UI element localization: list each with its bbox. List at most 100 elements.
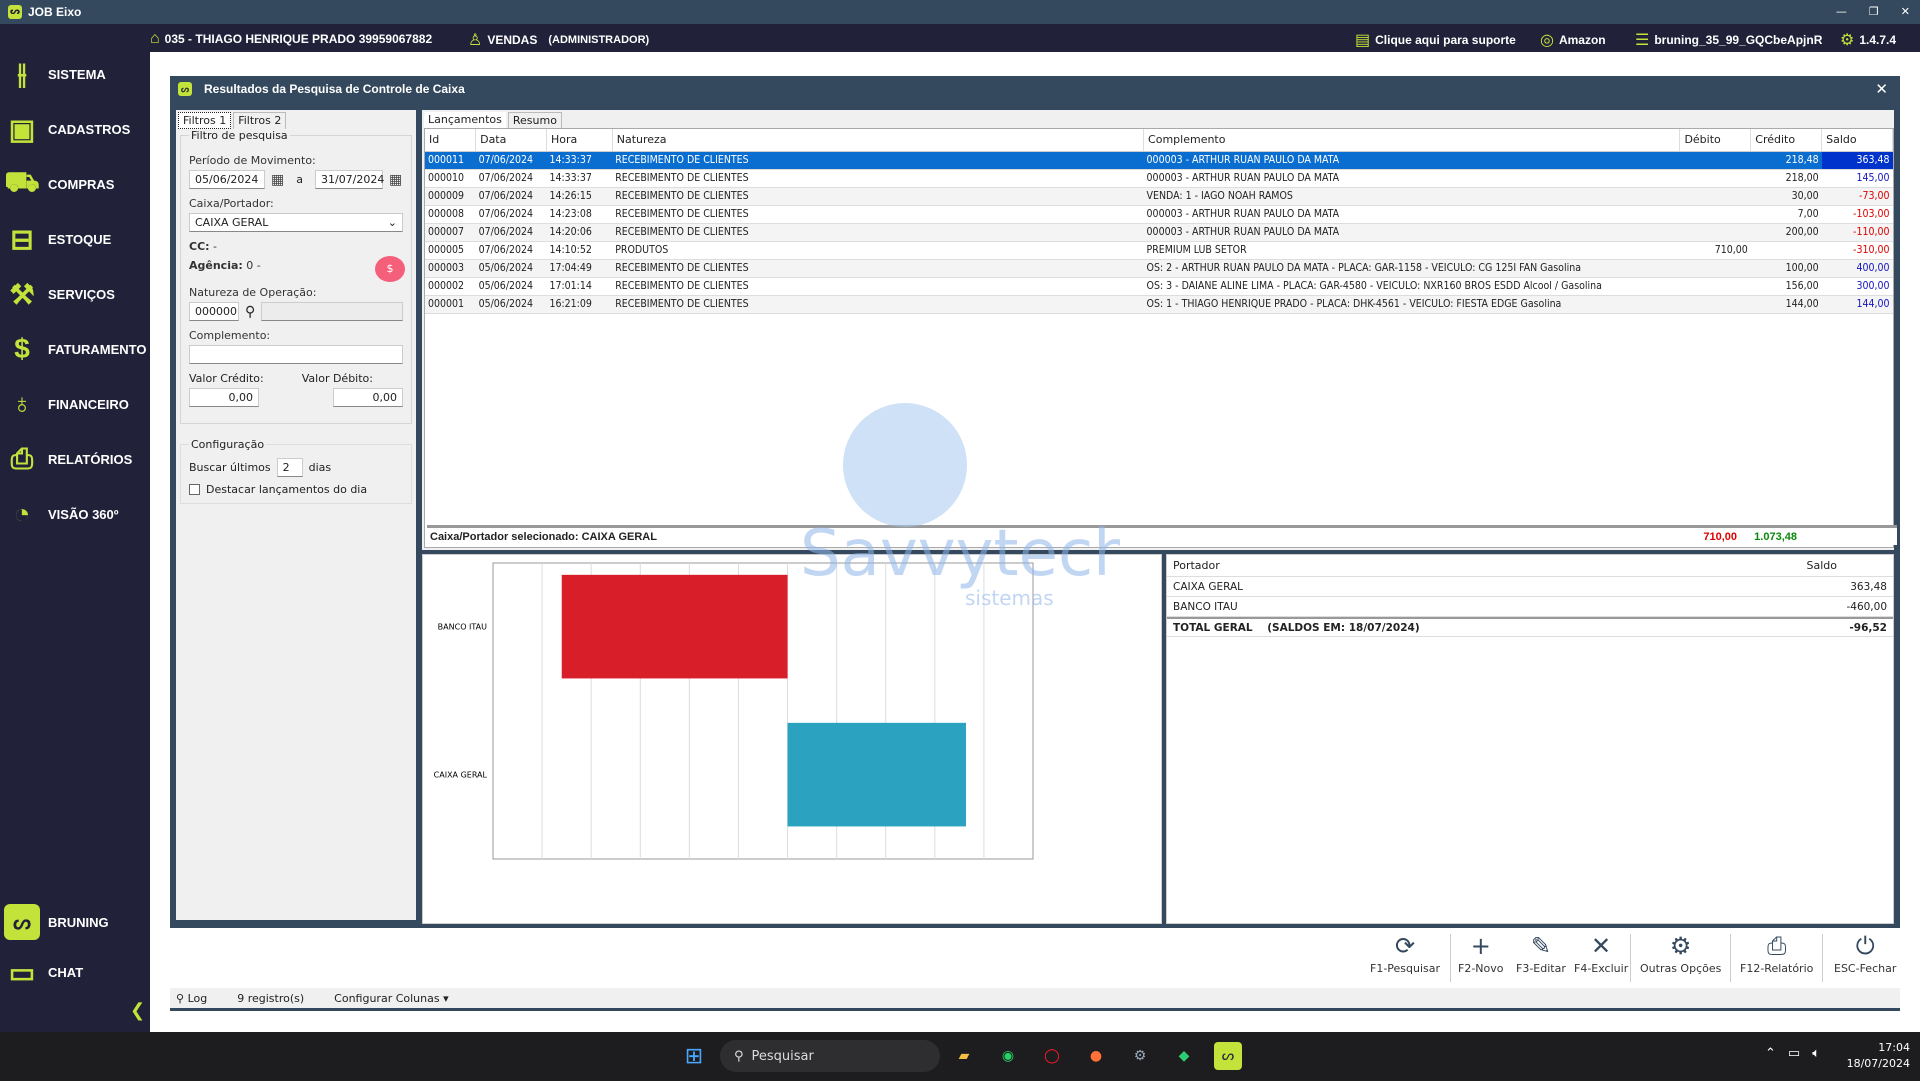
table-row[interactable]: 000007 07/06/2024 14:20:06 RECEBIMENTO DE C…	[425, 223, 1893, 242]
col-hora[interactable]: Hora	[546, 129, 613, 152]
close-dialog-button[interactable]: ✕	[1875, 80, 1888, 98]
search-filter-legend: Filtro de pesquisa	[191, 129, 288, 142]
tab-resumo[interactable]: Resumo	[507, 112, 562, 128]
excluir-button[interactable]: ✕ F4-Excluir	[1574, 932, 1628, 975]
company-info[interactable]: ⌂ 035 - THIAGO HENRIQUE PRADO 3995906788…	[150, 30, 432, 48]
config-legend: Configuração	[191, 438, 265, 451]
tab-filtros-2[interactable]: Filtros 2	[233, 112, 287, 129]
period-label: Período de Movimento:	[189, 154, 316, 167]
col-saldo[interactable]: Saldo	[1821, 129, 1893, 152]
piggy-bank-icon: $	[375, 256, 405, 282]
editar-button[interactable]: ✎ F3-Editar	[1516, 932, 1566, 975]
firefox-icon[interactable]: ●	[1082, 1042, 1110, 1070]
opera-icon[interactable]: ◯	[1038, 1042, 1066, 1070]
top-info-bar: ⌂ 035 - THIAGO HENRIQUE PRADO 3995906788…	[0, 24, 1920, 52]
sidebar-item-chat[interactable]: ▭ CHAT	[4, 954, 83, 990]
cell-saldo: 363,48	[1821, 151, 1893, 170]
debito-label: Valor Débito:	[301, 372, 373, 385]
cell-id: 000010	[425, 169, 476, 188]
portador-row[interactable]: CAIXA GERAL 363,48	[1167, 577, 1893, 597]
action-toolbar: ⟳ F1-Pesquisar + F2-Novo ✎ F3-Editar ✕ F4-Ex…	[170, 928, 1900, 988]
toolbar-divider	[1822, 934, 1823, 982]
sidebar-item-financeiro[interactable]: ♁ FINANCEIRO	[4, 386, 129, 422]
maximize-button[interactable]: ❐	[1869, 0, 1879, 24]
sidebar-item-bruning[interactable]: ᔕ BRUNING	[4, 904, 109, 940]
table-row[interactable]: 000008 07/06/2024 14:23:08 RECEBIMENTO DE C…	[425, 205, 1893, 224]
close-window-button[interactable]: ✕	[1901, 0, 1910, 24]
settings-app-icon[interactable]: ⚙	[1126, 1042, 1154, 1070]
col-credito[interactable]: Crédito	[1750, 129, 1823, 152]
log-button[interactable]: ⚲ Log	[176, 992, 207, 1005]
sidebar-item-faturamento[interactable]: $ FATURAMENTO	[4, 331, 146, 367]
taskbar-search[interactable]: ⚲ Pesquisar	[720, 1040, 940, 1072]
sidebar-item-relatorios[interactable]: ⎙ RELATÓRIOS	[4, 441, 132, 477]
job-eixo-taskbar-icon[interactable]: ᔕ	[1214, 1042, 1242, 1070]
whatsapp-icon[interactable]: ◉	[994, 1042, 1022, 1070]
table-row[interactable]: 000002 05/06/2024 17:01:14 RECEBIMENTO DE C…	[425, 277, 1893, 296]
col-complemento[interactable]: Complemento	[1143, 129, 1681, 152]
cell-saldo: 145,00	[1821, 169, 1893, 188]
credito-input[interactable]: 0,00	[189, 388, 259, 407]
sidebar-item-sistema[interactable]: ⫲ SISTEMA	[4, 56, 105, 92]
outras-opcoes-button[interactable]: ⚙ Outras Opções	[1640, 932, 1721, 975]
table-row[interactable]: 000001 05/06/2024 16:21:09 RECEBIMENTO DE C…	[425, 295, 1893, 314]
cell-saldo: 300,00	[1821, 277, 1893, 296]
date-to-input[interactable]: 31/07/2024	[314, 170, 384, 189]
cell-natureza: RECEBIMENTO DE CLIENTES	[612, 223, 1144, 242]
cell-data: 07/06/2024	[475, 187, 547, 206]
app-icon[interactable]: ◆	[1170, 1042, 1198, 1070]
network-icon[interactable]: ▭	[1788, 1046, 1800, 1061]
bar-banco-itau[interactable]	[561, 574, 788, 679]
complemento-input[interactable]	[189, 345, 403, 364]
pesquisar-button[interactable]: ⟳ F1-Pesquisar	[1370, 932, 1440, 975]
col-debito[interactable]: Débito	[1679, 129, 1752, 152]
table-row[interactable]: 000011 07/06/2024 14:33:37 RECEBIMENTO DE C…	[425, 151, 1893, 170]
col-natureza[interactable]: Natureza	[612, 129, 1145, 152]
destacar-checkbox[interactable]	[189, 484, 200, 495]
cell-debito	[1679, 205, 1751, 224]
sidebar-item-visao-360[interactable]: ◔ VISÃO 360º	[4, 496, 119, 532]
debito-input[interactable]: 0,00	[333, 388, 403, 407]
user-info[interactable]: ♙ VENDAS (ADMINISTRADOR)	[468, 30, 649, 50]
novo-button[interactable]: + F2-Novo	[1458, 932, 1504, 975]
tab-filtros-1[interactable]: Filtros 1	[178, 112, 232, 129]
chevron-up-icon[interactable]: ⌃	[1765, 1046, 1776, 1061]
location-info[interactable]: ◎ Amazon	[1540, 30, 1606, 50]
search-icon[interactable]: ⚲	[245, 304, 255, 320]
col-data[interactable]: Data	[475, 129, 547, 152]
table-row[interactable]: 000009 07/06/2024 14:26:15 RECEBIMENTO DE C…	[425, 187, 1893, 206]
portador-row[interactable]: BANCO ITAU -460,00	[1167, 597, 1893, 617]
cell-credito: 30,00	[1750, 187, 1822, 206]
power-icon: ⏻	[1855, 932, 1875, 960]
volume-icon[interactable]: 🔈︎	[1812, 1046, 1820, 1061]
col-id[interactable]: Id	[425, 129, 477, 152]
calendar-icon[interactable]: ▦	[271, 172, 284, 188]
table-row[interactable]: 000010 07/06/2024 14:33:37 RECEBIMENTO DE C…	[425, 169, 1893, 188]
database-info: ☰ bruning_35_99_GQCbeApjnR	[1635, 32, 1823, 49]
buscar-dias-stepper[interactable]: 2	[276, 458, 303, 477]
collapse-sidebar-icon[interactable]: ❮	[130, 1000, 145, 1021]
caixa-select[interactable]: CAIXA GERAL ⌄	[189, 213, 403, 232]
category-label: CAIXA GERAL	[434, 771, 488, 780]
table-row[interactable]: 000003 05/06/2024 17:04:49 RECEBIMENTO DE C…	[425, 259, 1893, 278]
fechar-button[interactable]: ⏻ ESC-Fechar	[1834, 932, 1896, 975]
version-info[interactable]: ⚙ 1.4.7.4	[1840, 30, 1896, 50]
relatorio-button[interactable]: ⎙ F12-Relatório	[1740, 932, 1813, 975]
user-icon: ♙	[468, 32, 483, 49]
calendar-icon[interactable]: ▦	[389, 172, 402, 188]
minimize-button[interactable]: —	[1836, 0, 1847, 24]
sidebar-item-servicos[interactable]: ⚒ SERVIÇOS	[4, 276, 115, 312]
table-row[interactable]: 000005 07/06/2024 14:10:52 PRODUTOS PREMIUM …	[425, 241, 1893, 260]
date-from-input[interactable]: 05/06/2024	[189, 170, 265, 189]
clock[interactable]: 17:04 18/07/2024	[1847, 1040, 1910, 1072]
natureza-code-input[interactable]: 000000	[189, 302, 239, 321]
bar-caixa-geral[interactable]	[787, 722, 966, 827]
start-icon[interactable]: ⊞	[680, 1042, 708, 1070]
sidebar-item-estoque[interactable]: ⊟ ESTOQUE	[4, 221, 111, 257]
sidebar-item-cadastros[interactable]: ▣ CADASTROS	[4, 111, 131, 147]
tab-lancamentos[interactable]: Lançamentos	[424, 112, 506, 128]
configurar-colunas-button[interactable]: Configurar Colunas ▾	[334, 992, 448, 1005]
file-explorer-icon[interactable]: ▰	[950, 1042, 978, 1070]
support-link[interactable]: ▤ Clique aqui para suporte	[1355, 30, 1516, 50]
sidebar-item-compras[interactable]: ⛟ COMPRAS	[4, 166, 114, 202]
